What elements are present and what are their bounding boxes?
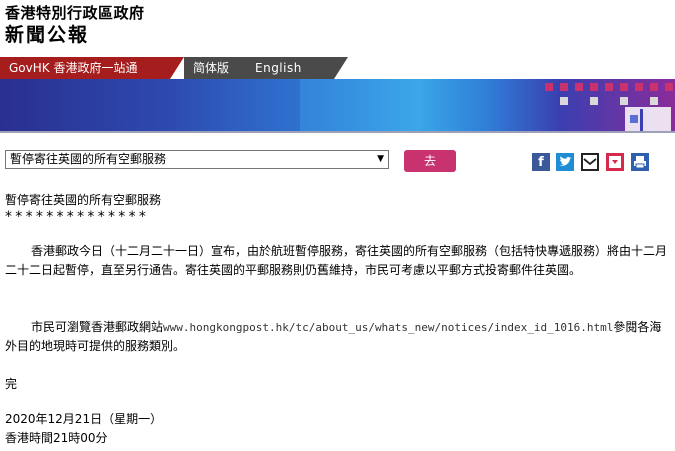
email-icon[interactable] — [581, 153, 599, 171]
banner — [0, 79, 675, 131]
nav-wedge — [170, 57, 184, 79]
release-date: 2020年12月21日（星期一） — [5, 412, 163, 426]
site-name[interactable]: 新聞公報 — [5, 20, 89, 47]
hongkongpost-link[interactable]: www.hongkongpost.hk/tc/about_us/whats_ne… — [163, 321, 613, 334]
banner-divider — [0, 131, 675, 133]
bookmark-glyph — [609, 156, 621, 168]
paragraph-2-text-start: 市民可瀏覽香港郵政網站 — [31, 320, 164, 334]
twitter-bird-glyph — [559, 156, 572, 166]
govhk-link[interactable]: GovHK 香港政府一站通 — [0, 57, 170, 79]
go-button[interactable]: 去 — [404, 150, 456, 172]
simplified-chinese-link[interactable]: 简体版 — [193, 57, 229, 79]
end-marker: 完 — [5, 377, 18, 391]
nav-bar: GovHK 香港政府一站通 简体版 English — [0, 57, 675, 79]
select-value: 暫停寄往英國的所有空郵服務 — [10, 152, 167, 166]
facebook-icon[interactable]: f — [532, 153, 550, 171]
print-icon[interactable] — [631, 153, 649, 171]
release-time: 香港時間21時00分 — [5, 431, 108, 445]
press-release-select[interactable]: 暫停寄往英國的所有空郵服務 ▼ — [5, 150, 389, 169]
article-paragraph-1: 香港郵政今日（十二月二十一日）宣布，由於航班暫停服務，寄往英國的所有空郵服務（包… — [5, 244, 668, 277]
envelope-glyph — [583, 158, 597, 166]
language-bar-wedge — [334, 57, 348, 79]
english-link[interactable]: English — [255, 57, 302, 79]
bookmark-icon[interactable] — [606, 153, 624, 171]
article-title: 暫停寄往英國的所有空郵服務 — [5, 193, 162, 207]
banner-pattern — [300, 79, 673, 131]
printer-glyph — [634, 156, 646, 169]
chevron-down-icon: ▼ — [377, 154, 384, 164]
title-separator: ************** — [5, 209, 150, 225]
page-header: 香港特別行政區政府 新聞公報 — [0, 0, 675, 57]
article-paragraph-2: 市民可瀏覽香港郵政網站www.hongkongpost.hk/tc/about_… — [5, 318, 669, 356]
twitter-icon[interactable] — [556, 153, 574, 171]
